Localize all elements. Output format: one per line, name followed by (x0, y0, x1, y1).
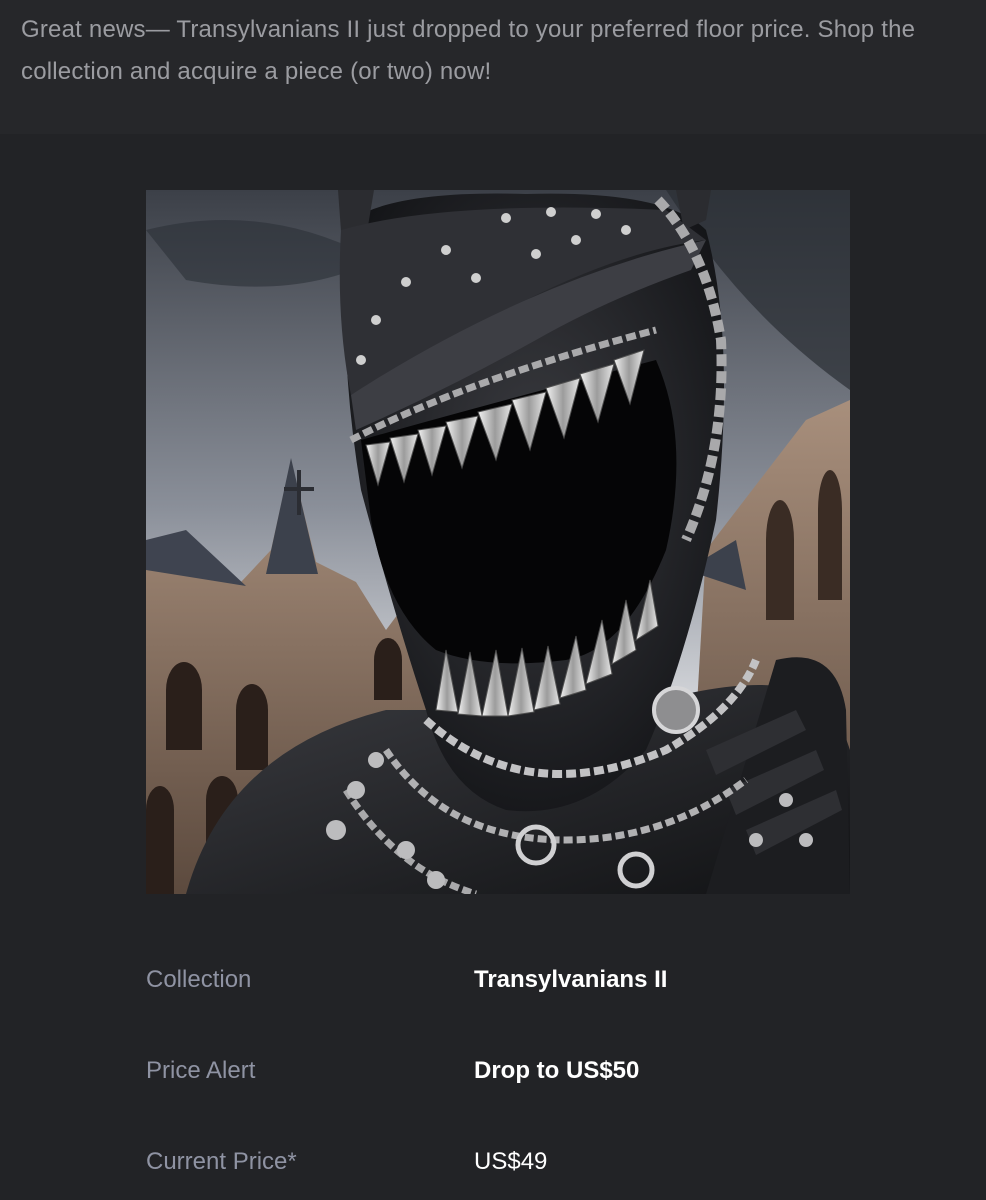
collection-value[interactable]: Transylvanians II (474, 960, 667, 1000)
collection-label: Collection (146, 966, 252, 993)
notice-message: Great news— Transylvanians II just dropp… (21, 16, 916, 85)
current-price-label: Current Price* (146, 1148, 297, 1175)
price-alert-row: Price Alert Drop to US$50 (146, 1051, 850, 1091)
current-price-row: Current Price* US$49 (146, 1142, 850, 1182)
collection-row: Collection Transylvanians II (146, 960, 850, 1000)
nft-artwork[interactable] (146, 190, 850, 894)
price-alert-value: Drop to US$50 (474, 1057, 640, 1084)
nft-artwork-image (146, 190, 850, 894)
price-alert-label: Price Alert (146, 1057, 256, 1084)
current-price-value: US$49 (474, 1148, 548, 1175)
notice-banner: Great news— Transylvanians II just dropp… (0, 0, 986, 134)
